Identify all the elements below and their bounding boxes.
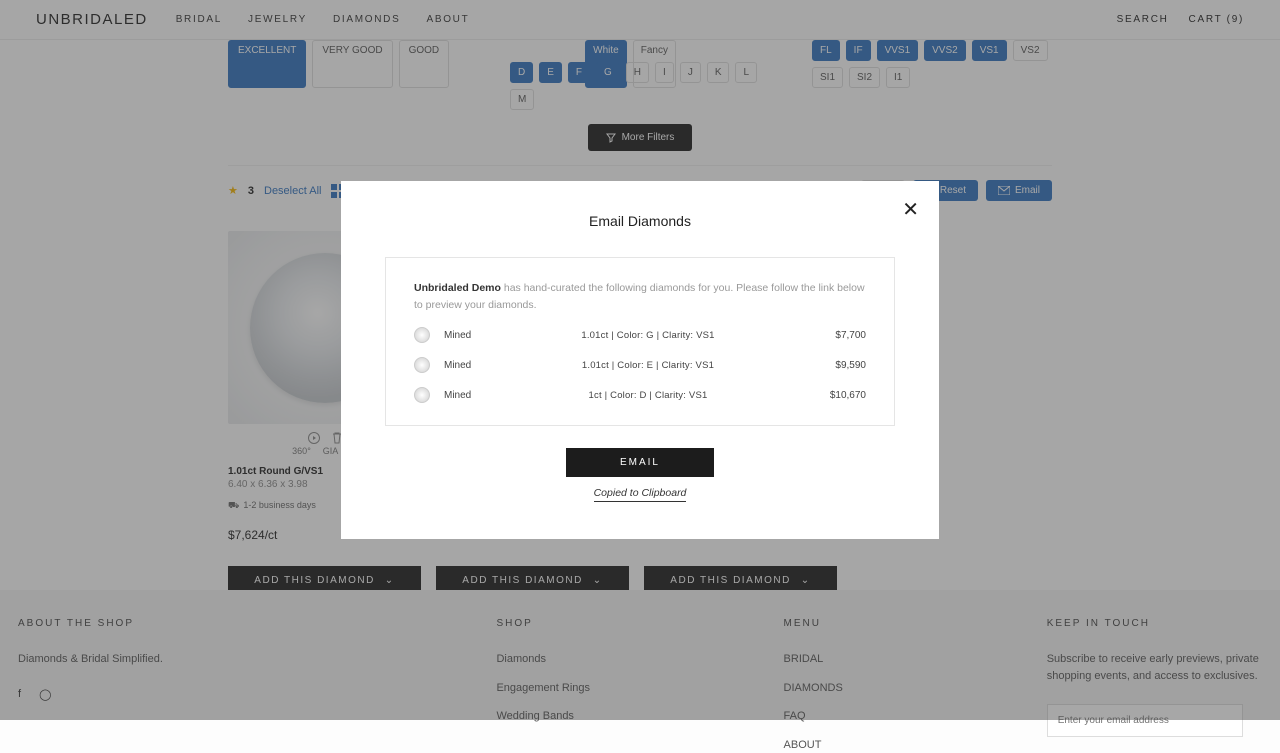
diamond-price: $9,590 [806,360,866,371]
diamond-thumb-icon [414,327,430,343]
email-preview-box: Unbridaled Demo has hand-curated the fol… [385,257,895,427]
diamond-row: Mined 1.01ct | Color: E | Clarity: VS1 $… [414,357,866,373]
diamond-price: $10,670 [806,390,866,401]
modal-title: Email Diamonds [385,213,895,229]
email-diamonds-modal: ✕ Email Diamonds Unbridaled Demo has han… [341,181,939,540]
preview-sender: Unbridaled Demo [414,282,501,294]
close-icon[interactable]: ✕ [902,197,919,222]
diamond-spec: 1.01ct | Color: E | Clarity: VS1 [504,360,792,371]
diamond-row: Mined 1ct | Color: D | Clarity: VS1 $10,… [414,387,866,403]
copied-status[interactable]: Copied to Clipboard [385,487,895,499]
diamond-price: $7,700 [806,330,866,341]
send-email-button[interactable]: EMAIL [566,448,714,477]
diamond-type: Mined [444,330,490,341]
diamond-spec: 1ct | Color: D | Clarity: VS1 [504,390,792,401]
diamond-thumb-icon [414,357,430,373]
diamond-type: Mined [444,360,490,371]
footer-link-about[interactable]: ABOUT [784,737,1047,753]
diamond-thumb-icon [414,387,430,403]
diamond-spec: 1.01ct | Color: G | Clarity: VS1 [504,330,792,341]
diamond-type: Mined [444,390,490,401]
modal-overlay[interactable]: ✕ Email Diamonds Unbridaled Demo has han… [0,0,1280,720]
diamond-row: Mined 1.01ct | Color: G | Clarity: VS1 $… [414,327,866,343]
